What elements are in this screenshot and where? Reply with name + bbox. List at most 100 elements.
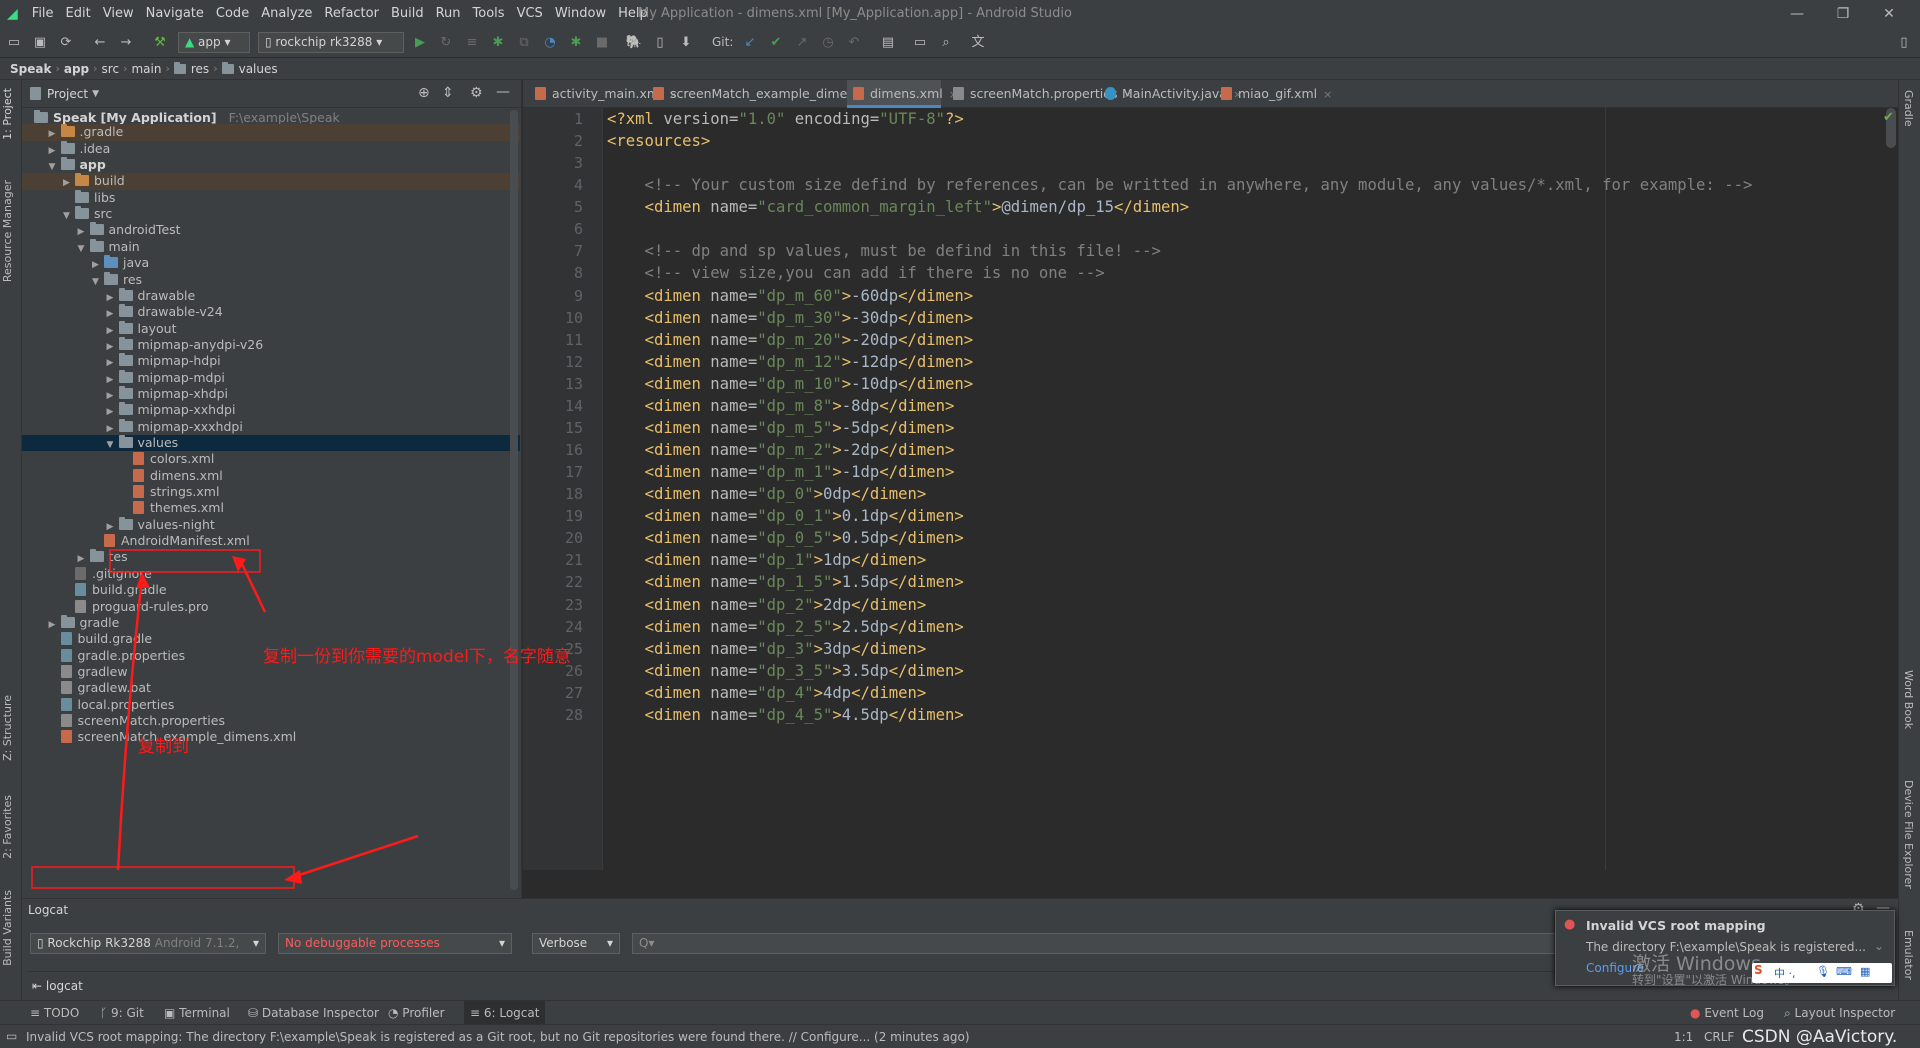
code-line[interactable]: <resources>	[607, 132, 710, 150]
tab-logcat[interactable]: ≡ 6: Logcat	[464, 1001, 546, 1025]
code-line[interactable]: <dimen name="dp_m_20">-20dp</dimen>	[607, 331, 974, 349]
tree-item[interactable]: ▶ mipmap-hdpi	[22, 353, 520, 369]
tab-terminal[interactable]: ▣ Terminal	[164, 1001, 230, 1025]
git-rollback-icon[interactable]: ↶	[844, 33, 864, 53]
tab-layout-inspector[interactable]: ⌕ Layout Inspector	[1784, 1001, 1895, 1025]
tree-item[interactable]: .gitignore	[22, 566, 520, 582]
editor-tab[interactable]: dimens.xml×	[847, 80, 958, 108]
search-everywhere-icon[interactable]: ⌕	[936, 33, 956, 53]
layout-icon[interactable]: ▭	[910, 33, 930, 53]
open-folder-icon[interactable]: ▭	[4, 33, 24, 53]
tree-item[interactable]: ▶ mipmap-xhdpi	[22, 385, 520, 402]
code-line[interactable]: <dimen name="dp_0_1">0.1dp</dimen>	[607, 507, 964, 525]
code-line[interactable]: <dimen name="dp_0_5">0.5dp</dimen>	[607, 529, 964, 547]
tab-favorites[interactable]: 2: Favorites	[1, 795, 14, 859]
menu-file[interactable]: File	[26, 0, 60, 28]
menu-refactor[interactable]: Refactor	[318, 0, 385, 28]
avd-manager-icon[interactable]: ▯	[650, 33, 670, 53]
tree-item[interactable]: proguard-rules.pro	[22, 599, 520, 615]
code-line[interactable]: <!-- Your custom size defind by referenc…	[607, 176, 1753, 194]
tab-event-log[interactable]: ● Event Log	[1690, 1001, 1764, 1025]
code-line[interactable]: <!-- dp and sp values, must be defind in…	[607, 242, 1161, 260]
vcs-notification[interactable]: ● Invalid VCS root mapping The directory…	[1555, 910, 1895, 987]
coverage-icon[interactable]: ✱	[566, 33, 586, 53]
ime-grid-icon[interactable]: ▦	[1860, 965, 1870, 978]
breadcrumb-item[interactable]: values	[239, 62, 278, 76]
logcat-process-select[interactable]: No debuggable processes ▾	[278, 933, 512, 954]
tree-item[interactable]: ▼ res	[22, 271, 520, 288]
ime-chinese-icon[interactable]: 中 ·,	[1774, 965, 1796, 981]
inspection-ok-icon[interactable]: ✔	[1883, 110, 1894, 125]
tree-item[interactable]: ▶ .gradle	[22, 124, 520, 141]
attach-debugger-icon[interactable]: ⧉	[514, 33, 534, 53]
code-line[interactable]: <?xml version="1.0" encoding="UTF-8"?>	[607, 110, 964, 128]
tab-git[interactable]: ᚴ 9: Git	[100, 1001, 144, 1025]
code-line[interactable]: <dimen name="dp_1">1dp</dimen>	[607, 551, 927, 569]
ime-toolbar[interactable]: S 中 ·, 🎙 ⌨ ▦	[1752, 963, 1892, 983]
code-line[interactable]: <dimen name="dp_m_60">-60dp</dimen>	[607, 287, 974, 305]
code-line[interactable]: <dimen name="dp_3_5">3.5dp</dimen>	[607, 662, 964, 680]
tree-item[interactable]: screenMatch_example_dimens.xml	[22, 729, 520, 745]
tree-item[interactable]: ▶ androidTest	[22, 222, 520, 238]
menu-view[interactable]: View	[97, 0, 140, 28]
breadcrumb-item[interactable]: app	[64, 62, 89, 76]
project-structure-icon[interactable]: ▤	[878, 33, 898, 53]
menu-code[interactable]: Code	[210, 0, 255, 28]
tab-structure[interactable]: Z: Structure	[1, 695, 14, 761]
breadcrumb-item[interactable]: src	[102, 62, 120, 76]
code-line[interactable]: <dimen name="dp_m_30">-30dp</dimen>	[607, 309, 974, 327]
locate-icon[interactable]: ⊕	[418, 85, 430, 101]
tree-item[interactable]: colors.xml	[22, 451, 520, 467]
tab-word-book[interactable]: Word Book	[1902, 670, 1915, 729]
tab-todo[interactable]: ≡ TODO	[30, 1001, 79, 1025]
tree-item[interactable]: ▶ mipmap-anydpi-v26	[22, 336, 520, 353]
menu-analyze[interactable]: Analyze	[255, 0, 318, 28]
make-project-icon[interactable]: ⚒	[150, 33, 170, 53]
tree-item[interactable]: ▼ src	[22, 206, 520, 222]
code-line[interactable]: <dimen name="dp_m_2">-2dp</dimen>	[607, 441, 955, 459]
breadcrumb-item[interactable]: Speak	[10, 62, 51, 76]
close-window-button[interactable]: ✕	[1866, 0, 1912, 28]
breadcrumb-item[interactable]: res	[191, 62, 209, 76]
tree-item[interactable]: dimens.xml	[22, 468, 520, 484]
forward-icon[interactable]: →	[116, 33, 136, 53]
tree-item[interactable]: ▶ layout	[22, 320, 520, 337]
tree-item[interactable]: strings.xml	[22, 484, 520, 500]
tree-item[interactable]: build.gradle	[22, 582, 520, 598]
tree-item[interactable]: ▶ .idea	[22, 140, 520, 157]
status-toggle-icon[interactable]: ▭	[6, 1029, 17, 1043]
tree-item[interactable]: ▼ main	[22, 238, 520, 255]
menu-tools[interactable]: Tools	[467, 0, 511, 28]
chevron-down-icon[interactable]: ⌄	[1874, 939, 1884, 953]
code-line[interactable]: <dimen name="dp_m_12">-12dp</dimen>	[607, 353, 974, 371]
gradle-sync-icon[interactable]: 🐘	[624, 33, 644, 53]
menu-edit[interactable]: Edit	[60, 0, 97, 28]
save-icon[interactable]: ▣	[30, 33, 50, 53]
menu-navigate[interactable]: Navigate	[140, 0, 210, 28]
profile-icon[interactable]: ◔	[540, 33, 560, 53]
tree-item[interactable]: screenMatch.properties	[22, 713, 520, 729]
tree-item[interactable]: ▶ drawable-v24	[22, 304, 520, 320]
code-editor[interactable]: 1 2 3 4 5 6 7 8 9 10 11 12 13 14 15 16 17 18 19 20 21 22 23 24 2…	[523, 108, 1898, 870]
code-line[interactable]: <dimen name="card_common_margin_left">@d…	[607, 198, 1190, 216]
project-scrollbar[interactable]	[510, 110, 518, 890]
git-history-icon[interactable]: ◷	[818, 33, 838, 53]
tree-item[interactable]: ▶ build	[22, 173, 520, 190]
tab-project-tool[interactable]: 1: Project	[1, 88, 14, 140]
chevron-down-icon[interactable]: ▼	[92, 89, 99, 99]
tree-item[interactable]: ▶ java	[22, 255, 520, 271]
editor-tab[interactable]: screenMatch.properties ×	[947, 80, 1133, 108]
stop-icon[interactable]: ■	[592, 33, 612, 53]
tree-item[interactable]: ▼ values	[22, 435, 520, 452]
tree-item[interactable]: ▶ gradle	[22, 614, 520, 631]
tree-item[interactable]: ▶ drawable	[22, 287, 520, 304]
tree-item[interactable]: local.properties	[22, 697, 520, 713]
ime-keyboard-icon[interactable]: ⌨	[1836, 965, 1852, 978]
code-line[interactable]: <dimen name="dp_m_8">-8dp</dimen>	[607, 397, 955, 415]
editor-tab[interactable]: MainActivity.java ×	[1099, 80, 1242, 108]
sdk-manager-icon[interactable]: ⬇	[676, 33, 696, 53]
code-line[interactable]: <dimen name="dp_0">0dp</dimen>	[607, 485, 927, 503]
device-select[interactable]: ▯ rockchip rk3288 ▾	[258, 32, 404, 53]
tree-item[interactable]: ▼ app	[22, 157, 520, 173]
git-commit-icon[interactable]: ✔	[766, 33, 786, 53]
